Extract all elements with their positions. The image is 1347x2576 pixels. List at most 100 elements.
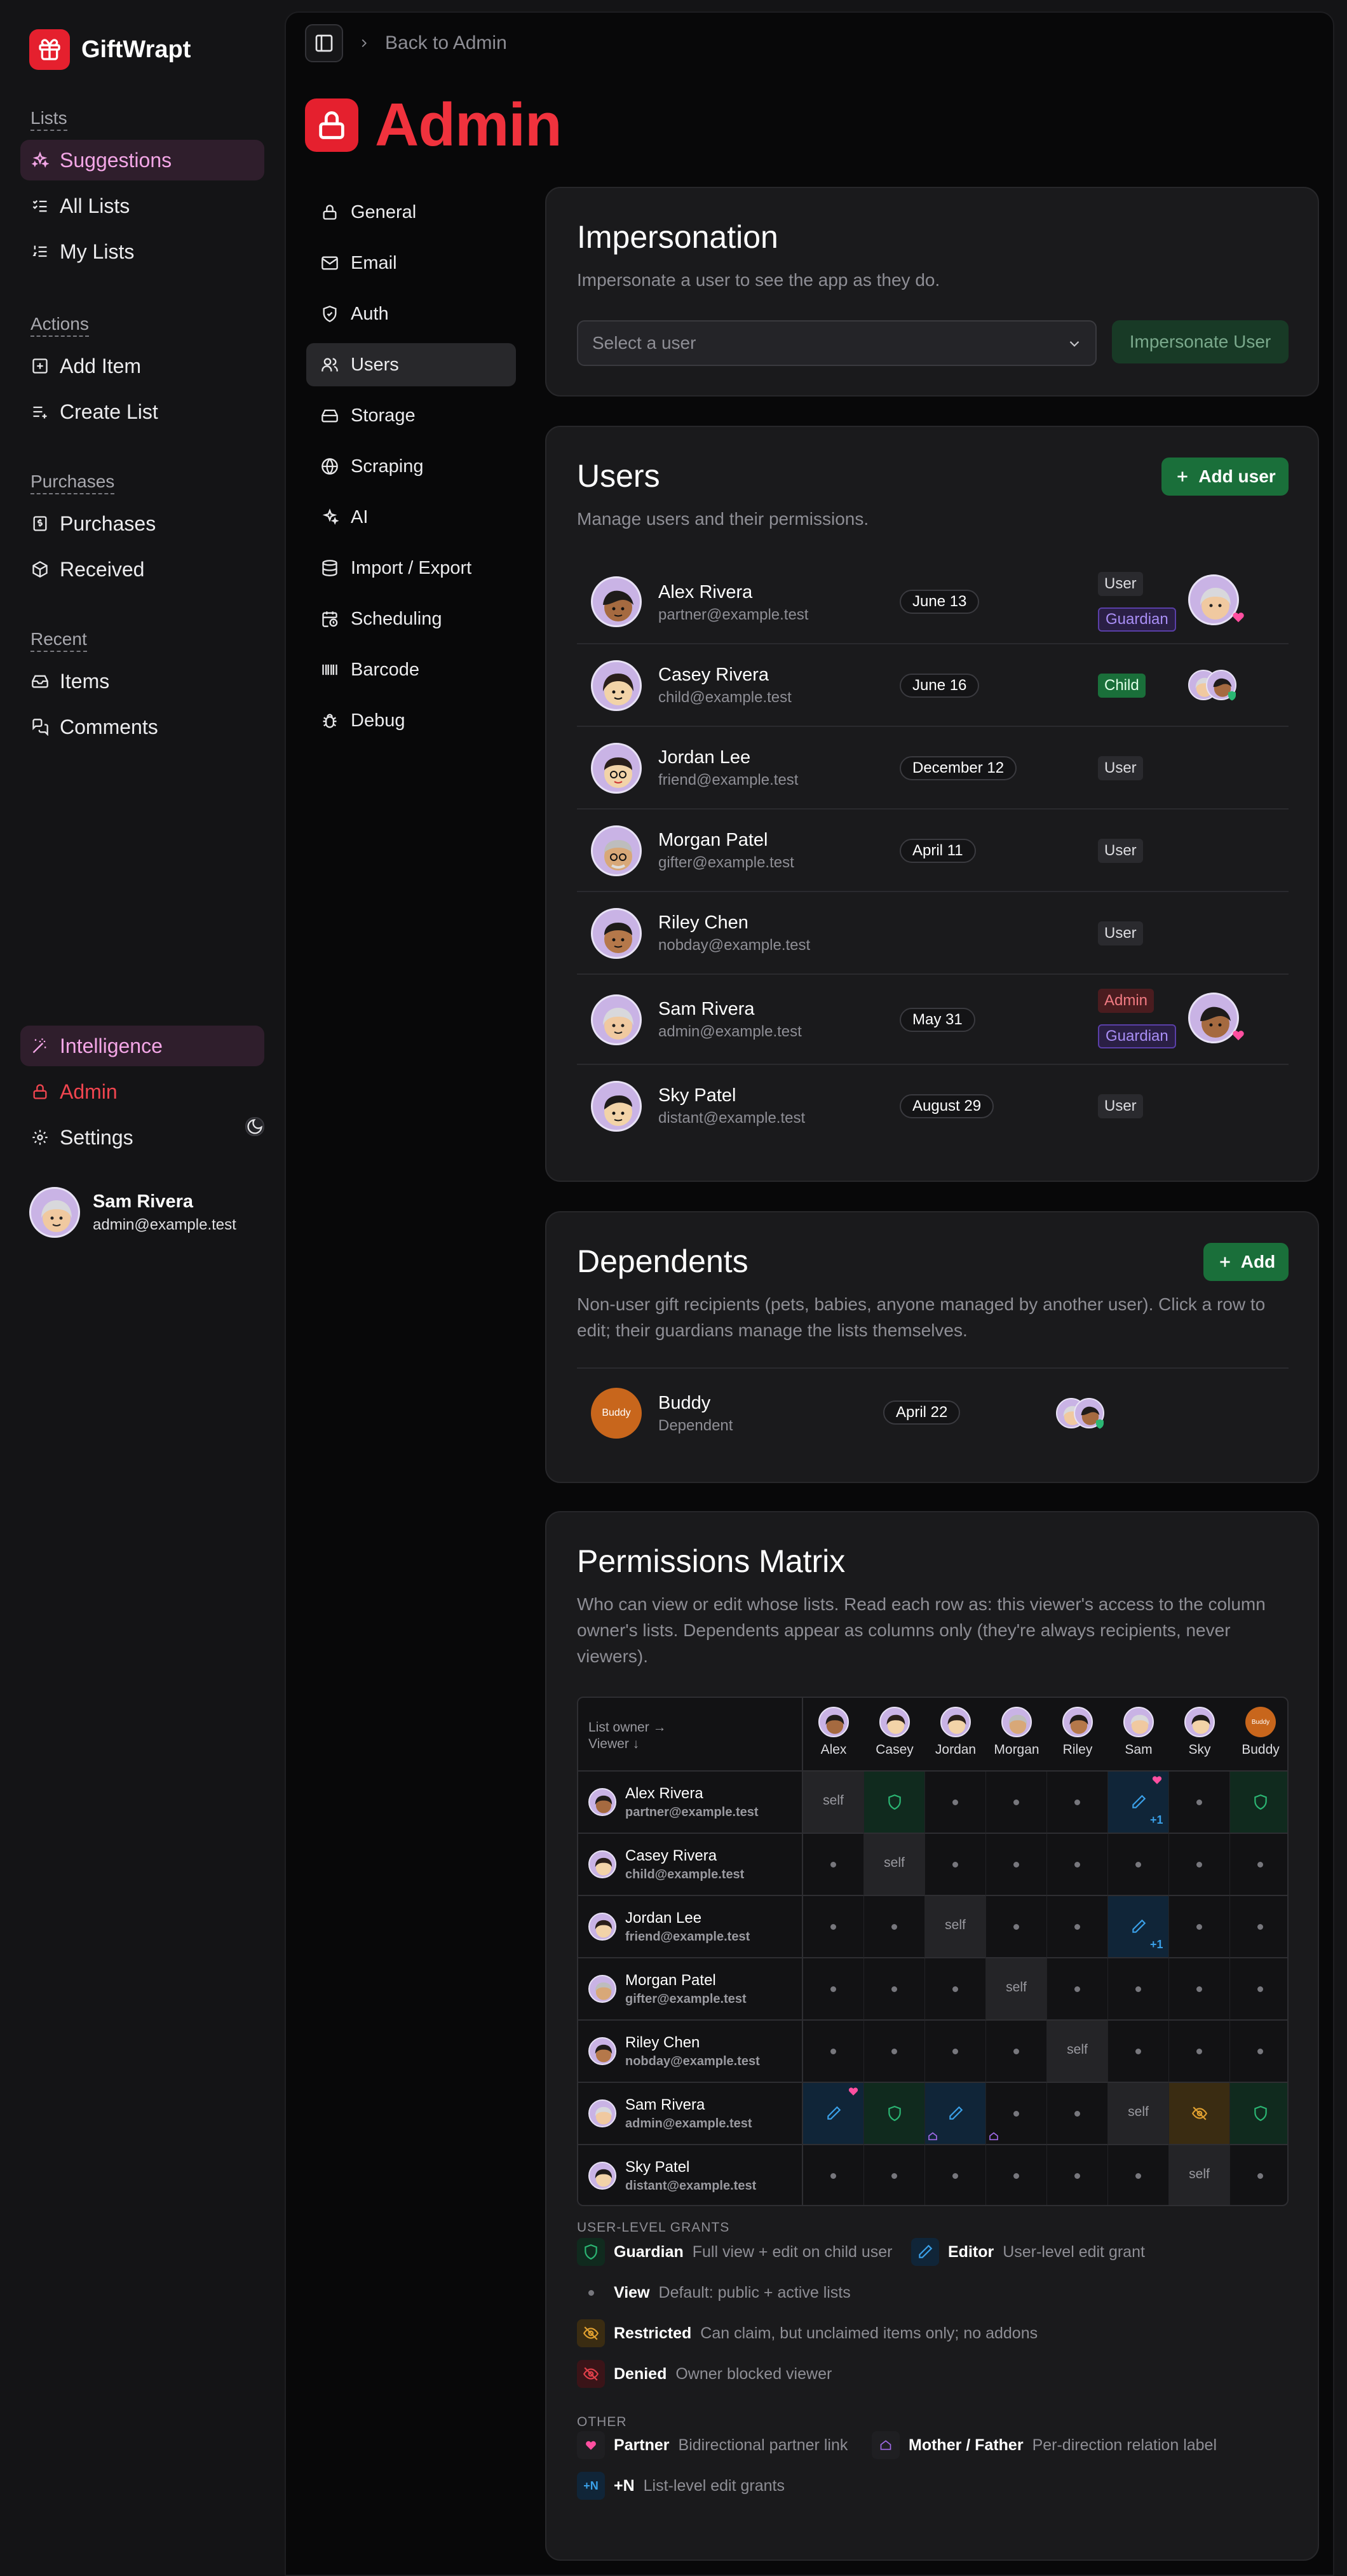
matrix-cell-view[interactable] — [864, 2021, 925, 2083]
matrix-cell-view[interactable] — [986, 2145, 1047, 2205]
settings-nav-barcode[interactable]: Barcode — [306, 648, 516, 691]
user-row[interactable]: Sky Patel distant@example.test August 29… — [577, 1065, 1289, 1148]
matrix-cell-view[interactable] — [1047, 1834, 1108, 1896]
matrix-cell-view[interactable] — [1108, 1958, 1169, 2021]
matrix-cell-view[interactable] — [803, 2021, 864, 2083]
matrix-cell-self[interactable]: self — [864, 1834, 925, 1896]
brand[interactable]: GiftWrapt — [29, 29, 191, 70]
settings-nav-storage[interactable]: Storage — [306, 394, 516, 437]
sidebar-item-add-item[interactable]: Add Item — [20, 346, 264, 386]
avatar — [588, 2037, 616, 2065]
legend-label: Editor — [948, 2242, 994, 2261]
settings-nav-auth[interactable]: Auth — [306, 292, 516, 336]
matrix-cell-view[interactable] — [803, 2145, 864, 2205]
matrix-cell-view[interactable] — [1169, 2021, 1230, 2083]
matrix-cell-view[interactable] — [986, 2021, 1047, 2083]
sidebar-item-admin[interactable]: Admin — [20, 1071, 264, 1112]
settings-nav-scraping[interactable]: Scraping — [306, 445, 516, 488]
matrix-cell-view[interactable] — [864, 1896, 925, 1958]
matrix-row-name: Alex Rivera — [625, 1784, 703, 1802]
matrix-cell-view[interactable] — [1047, 1896, 1108, 1958]
sidebar-toggle-button[interactable] — [305, 24, 343, 62]
matrix-cell-guardian[interactable] — [864, 1772, 925, 1834]
user-email: nobday@example.test — [658, 937, 811, 954]
matrix-cell-view[interactable] — [1230, 1834, 1287, 1896]
matrix-cell-view[interactable] — [803, 1958, 864, 2021]
matrix-column-label: Buddy — [1242, 1742, 1280, 1757]
matrix-cell-guardian[interactable] — [864, 2083, 925, 2145]
sidebar-item-comments[interactable]: Comments — [20, 707, 264, 747]
add-user-button[interactable]: Add user — [1161, 458, 1289, 496]
user-email: gifter@example.test — [658, 854, 794, 871]
sidebar-item-intelligence[interactable]: Intelligence — [20, 1026, 264, 1066]
settings-nav-general[interactable]: General — [306, 191, 516, 234]
settings-nav-debug[interactable]: Debug — [306, 699, 516, 742]
matrix-cell-view[interactable] — [1108, 1834, 1169, 1896]
matrix-row-name: Jordan Lee — [625, 1909, 702, 1927]
matrix-cell-guardian[interactable] — [1230, 1772, 1287, 1834]
matrix-cell-view[interactable] — [1230, 1896, 1287, 1958]
impersonate-user-button[interactable]: Impersonate User — [1112, 320, 1289, 363]
view-dot — [1196, 1799, 1202, 1805]
matrix-cell-restricted[interactable] — [1169, 2083, 1230, 2145]
matrix-cell-view[interactable] — [986, 1772, 1047, 1834]
sidebar-item-my-lists[interactable]: My Lists — [20, 231, 264, 272]
matrix-cell-view[interactable] — [925, 1772, 986, 1834]
matrix-cell-view[interactable] — [1169, 1834, 1230, 1896]
matrix-cell-view[interactable] — [925, 1958, 986, 2021]
sidebar-item-received[interactable]: Received — [20, 549, 264, 590]
settings-nav-scheduling[interactable]: Scheduling — [306, 597, 516, 641]
impersonate-user-select[interactable]: Select a user — [577, 320, 1097, 366]
sidebar-item-create-list[interactable]: Create List — [20, 391, 264, 432]
matrix-cell-view[interactable] — [1169, 1772, 1230, 1834]
sidebar-item-suggestions[interactable]: Suggestions — [20, 140, 264, 180]
matrix-cell-view[interactable] — [1230, 1958, 1287, 2021]
settings-nav-ai[interactable]: AI — [306, 496, 516, 539]
dependent-row[interactable]: Buddy Buddy Dependent April 22 — [577, 1367, 1289, 1456]
matrix-cell-view[interactable] — [1169, 1896, 1230, 1958]
user-row[interactable]: Jordan Lee friend@example.test December … — [577, 727, 1289, 810]
matrix-cell-view[interactable] — [803, 1896, 864, 1958]
matrix-cell-view[interactable] — [986, 1834, 1047, 1896]
sidebar-item-items[interactable]: Items — [20, 661, 264, 702]
matrix-cell-self[interactable]: self — [1169, 2145, 1230, 2205]
matrix-cell-self[interactable]: self — [1047, 2021, 1108, 2083]
settings-nav-users[interactable]: Users — [306, 343, 516, 386]
matrix-cell-view[interactable] — [803, 1834, 864, 1896]
settings-nav-email[interactable]: Email — [306, 241, 516, 285]
user-row[interactable]: Morgan Patel gifter@example.test April 1… — [577, 810, 1289, 892]
user-row[interactable]: Alex Rivera partner@example.test June 13… — [577, 559, 1289, 644]
add-dependent-button[interactable]: Add — [1203, 1243, 1289, 1281]
user-row[interactable]: Riley Chen nobday@example.test User — [577, 892, 1289, 975]
matrix-cell-view[interactable] — [1047, 2145, 1108, 2205]
matrix-cell-view[interactable] — [925, 2021, 986, 2083]
matrix-cell-view[interactable] — [1047, 1772, 1108, 1834]
matrix-cell-view[interactable] — [864, 2145, 925, 2205]
matrix-cell-view[interactable] — [925, 2145, 986, 2205]
sidebar-item-all-lists[interactable]: All Lists — [20, 186, 264, 226]
matrix-cell-view[interactable] — [1230, 2145, 1287, 2205]
matrix-cell-self[interactable]: self — [1108, 2083, 1169, 2145]
matrix-cell-self[interactable]: self — [986, 1958, 1047, 2021]
matrix-cell-view[interactable] — [864, 1958, 925, 2021]
user-row[interactable]: Sam Rivera admin@example.test May 31 Adm… — [577, 975, 1289, 1065]
matrix-cell-view[interactable] — [1169, 1958, 1230, 2021]
matrix-cell-view[interactable] — [1230, 2021, 1287, 2083]
matrix-cell-self[interactable]: self — [803, 1772, 864, 1834]
matrix-cell-view[interactable] — [986, 1896, 1047, 1958]
matrix-cell-self[interactable]: self — [925, 1896, 986, 1958]
matrix-cell-view[interactable] — [1047, 2083, 1108, 2145]
theme-toggle-button[interactable] — [245, 1117, 264, 1136]
matrix-cell-view[interactable] — [925, 1834, 986, 1896]
matrix-cell-view[interactable] — [1108, 2021, 1169, 2083]
breadcrumb[interactable]: Back to Admin — [385, 32, 507, 54]
sidebar-item-purchases[interactable]: Purchases — [20, 503, 264, 544]
current-user-card[interactable]: Sam Rivera admin@example.test — [29, 1187, 236, 1238]
view-dot — [1257, 1986, 1263, 1992]
matrix-cell-view[interactable] — [1047, 1958, 1108, 2021]
user-row[interactable]: Casey Rivera child@example.test June 16 … — [577, 644, 1289, 727]
sidebar-item-settings[interactable]: Settings — [20, 1117, 264, 1158]
matrix-cell-view[interactable] — [1108, 2145, 1169, 2205]
settings-nav-import-export[interactable]: Import / Export — [306, 546, 516, 590]
matrix-cell-guardian[interactable] — [1230, 2083, 1287, 2145]
